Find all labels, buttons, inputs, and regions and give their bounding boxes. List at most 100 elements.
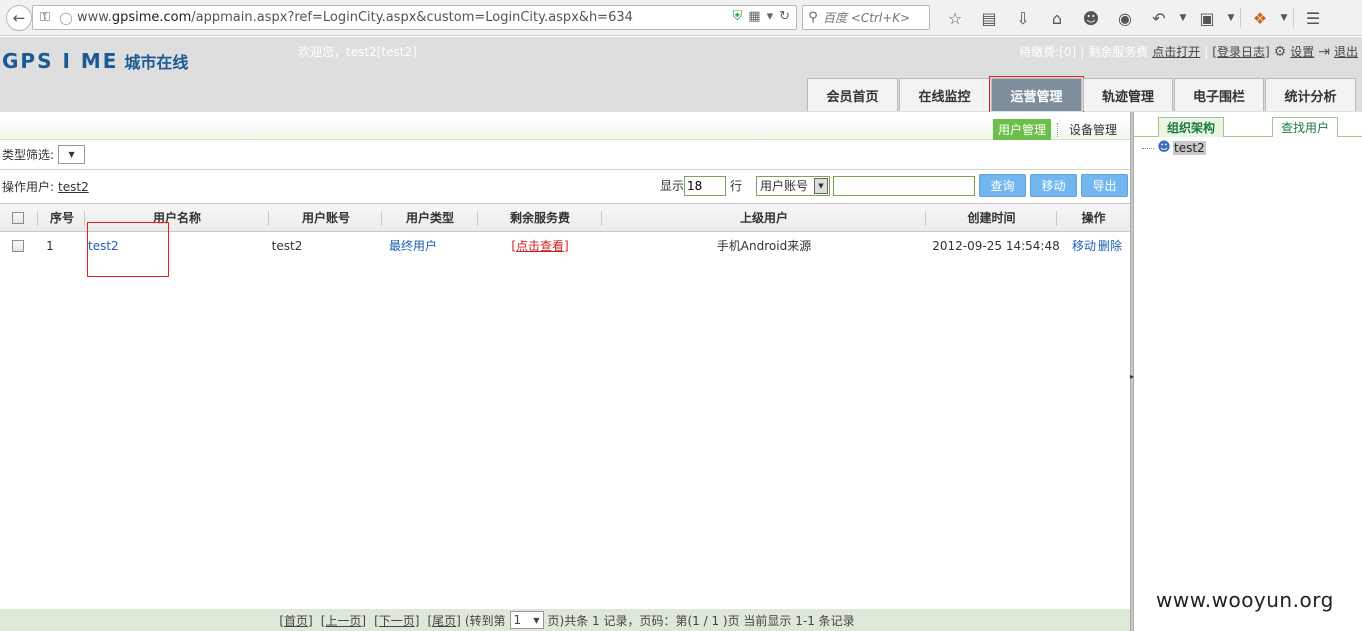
logout-link[interactable]: 退出 xyxy=(1334,43,1358,60)
toolbar-divider xyxy=(1240,8,1241,28)
export-button[interactable]: 导出 xyxy=(1081,174,1128,197)
show-label: 显示 xyxy=(659,179,684,193)
header-ops: 操作 xyxy=(1081,211,1106,225)
header-fee: 剩余服务费 xyxy=(509,211,570,225)
goto-page-select[interactable]: 1 ▼ xyxy=(509,611,544,629)
tab-user-management[interactable]: 用户管理 xyxy=(992,119,1051,140)
delete-row-link[interactable]: 删除 xyxy=(1098,237,1122,254)
next-page-link[interactable]: [下一页] xyxy=(374,612,419,629)
tab-track[interactable]: 轨迹管理 xyxy=(1083,78,1173,111)
shield-icon[interactable]: ⛨ xyxy=(733,9,743,24)
logout-icon[interactable]: ⇥ xyxy=(1318,44,1330,60)
address-bar[interactable]: ⚿ ◯ www.gpsime.com/appmain.aspx?ref=Logi… xyxy=(32,5,797,30)
type-filter-select[interactable]: ▼ xyxy=(58,145,86,164)
login-log-link[interactable]: [登录日志] xyxy=(1212,43,1269,60)
subtab-bar: 用户管理 设备管理 xyxy=(0,118,1130,140)
side-panel: 组织架构 查找用户 ☻ test2 xyxy=(1134,112,1362,631)
tree-node-label[interactable]: test2 xyxy=(1173,141,1206,155)
prev-page-link[interactable]: [上一页] xyxy=(321,612,366,629)
header-parent: 上级用户 xyxy=(739,211,788,225)
undo-dropdown-icon[interactable]: ▼ xyxy=(1176,13,1190,23)
header-created: 创建时间 xyxy=(967,211,1016,225)
operator-user-link[interactable]: test2 xyxy=(58,180,89,194)
operator-label: 操作用户: xyxy=(2,180,55,194)
star-icon[interactable]: ☆ xyxy=(938,9,972,28)
url-text[interactable]: www.gpsime.com/appmain.aspx?ref=LoginCit… xyxy=(75,10,633,25)
query-button[interactable]: 查询 xyxy=(979,174,1026,197)
app-header: GPS I ME 城市在线 欢迎您，test2[test2] 待缴费:[0] | … xyxy=(0,37,1362,113)
tab-find-user[interactable]: 查找用户 xyxy=(1272,117,1338,137)
tab-operations[interactable]: 运营管理 xyxy=(989,76,1084,113)
search-box[interactable]: ⚲ xyxy=(802,5,930,30)
row-select-cell xyxy=(10,232,26,259)
main-nav: 会员首页 在线监控 运营管理 轨迹管理 电子围栏 统计分析 xyxy=(807,76,1357,113)
crop-icon[interactable]: ▣ xyxy=(1190,9,1224,28)
row-checkbox[interactable] xyxy=(12,239,24,252)
col-divider xyxy=(37,211,38,226)
open-fee-link[interactable]: 点击打开 xyxy=(1152,43,1200,60)
dropdown-icon[interactable]: ▾ xyxy=(767,9,774,24)
settings-link[interactable]: 设置 xyxy=(1290,43,1314,60)
top-links: 待缴费:[0] | 剩余服务费 点击打开 | [登录日志] ⚙ 设置 ⇥ 退出 xyxy=(1019,43,1358,60)
cell-account: test2 xyxy=(271,238,303,253)
first-page-link[interactable]: [首页] xyxy=(279,612,312,629)
cell-seq: 1 xyxy=(46,238,54,253)
menu-icon[interactable]: ☰ xyxy=(1296,9,1330,28)
tree-line xyxy=(1142,147,1154,149)
chevron-down-icon: ▼ xyxy=(533,615,540,625)
page-size-input[interactable] xyxy=(683,175,726,196)
cell-created: 2012-09-25 14:54:48 xyxy=(932,238,1060,253)
goto-page-value: 1 xyxy=(513,613,522,627)
tab-online-monitor[interactable]: 在线监控 xyxy=(899,78,990,111)
chat-icon[interactable]: ◉ xyxy=(1108,9,1142,28)
undo-icon[interactable]: ↶ xyxy=(1142,9,1176,28)
header-type: 用户类型 xyxy=(405,211,454,225)
pending-fee: 待缴费:[0] xyxy=(1019,45,1077,59)
browser-toolbar: ← ⚿ ◯ www.gpsime.com/appmain.aspx?ref=Lo… xyxy=(0,0,1362,36)
back-arrow-icon[interactable]: ← xyxy=(6,5,32,31)
separator: | xyxy=(1080,44,1085,59)
gear-icon[interactable]: ⚙ xyxy=(1274,44,1287,60)
welcome-text: 欢迎您，test2[test2] xyxy=(298,45,417,59)
toolbar-divider xyxy=(1293,8,1294,28)
home-icon[interactable]: ⌂ xyxy=(1040,9,1074,28)
tab-org-structure[interactable]: 组织架构 xyxy=(1158,117,1224,137)
addon-dropdown-icon[interactable]: ▼ xyxy=(1277,13,1291,23)
cell-parent: 手机Android来源 xyxy=(716,239,812,253)
move-button[interactable]: 移动 xyxy=(1030,174,1077,197)
filter-row: 类型筛选: ▼ xyxy=(0,140,1130,170)
download-icon[interactable]: ⇩ xyxy=(1006,9,1040,28)
tab-geofence[interactable]: 电子围栏 xyxy=(1174,78,1264,111)
table-row: 1 test2 test2 最终用户 [点击查看] 手机Android来源 20… xyxy=(0,232,1130,259)
reload-icon[interactable]: ↻ xyxy=(779,9,790,24)
qrcode-icon[interactable]: ▦ xyxy=(748,9,760,24)
tab-device-management[interactable]: 设备管理 xyxy=(1064,119,1122,140)
tab-statistics[interactable]: 统计分析 xyxy=(1265,78,1356,111)
pager-summary: 页)共条 1 记录，页码：第(1 / 1 )页 当前显示 1-1 条记录 xyxy=(547,613,855,628)
rows-label: 行 xyxy=(729,179,742,193)
search-input[interactable] xyxy=(823,10,923,25)
side-tabs: 组织架构 查找用户 xyxy=(1134,116,1362,137)
user-table: 序号 用户名称 用户账号 用户类型 剩余服务费 上级用户 创建时间 操作 1 t… xyxy=(0,203,1130,259)
type-filter-label: 类型筛选: xyxy=(2,148,55,162)
emoji-icon[interactable]: ☻ xyxy=(1074,9,1108,28)
subtab-divider xyxy=(1056,122,1058,137)
reading-list-icon[interactable]: ▤ xyxy=(972,9,1006,28)
select-all-checkbox[interactable] xyxy=(12,211,24,224)
key-icon: ⚿ xyxy=(40,10,50,25)
addon-icon[interactable]: ❖ xyxy=(1243,9,1277,28)
chevron-down-icon: ▼ xyxy=(68,150,75,159)
chevron-down-icon: ▼ xyxy=(814,177,828,194)
last-page-link[interactable]: [尾页] xyxy=(427,612,460,629)
tree-node-root[interactable]: ☻ test2 xyxy=(1142,140,1206,156)
move-row-link[interactable]: 移动 xyxy=(1072,237,1096,254)
search-icon: ⚲ xyxy=(808,10,818,25)
search-field-value: 用户账号 xyxy=(760,179,809,193)
search-field-select[interactable]: 用户账号 ▼ xyxy=(756,175,830,196)
keyword-input[interactable] xyxy=(833,175,975,196)
separator: | xyxy=(1204,44,1209,59)
tab-member-home[interactable]: 会员首页 xyxy=(807,78,898,111)
table-header: 序号 用户名称 用户账号 用户类型 剩余服务费 上级用户 创建时间 操作 xyxy=(0,203,1130,232)
cell-fee-link[interactable]: [点击查看] xyxy=(478,232,602,259)
crop-dropdown-icon[interactable]: ▼ xyxy=(1224,13,1238,23)
